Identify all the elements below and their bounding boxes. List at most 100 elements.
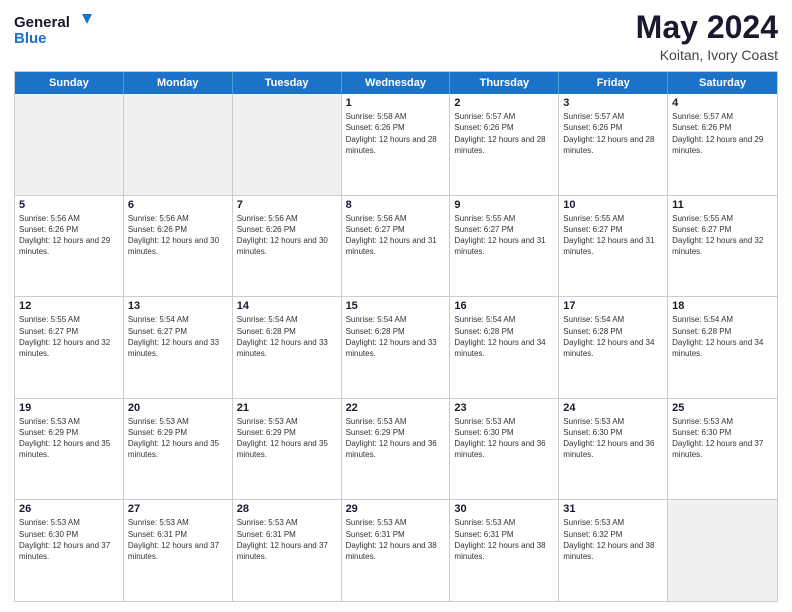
day-number: 31 (563, 503, 663, 515)
day-number: 22 (346, 402, 446, 414)
day-info: Sunrise: 5:56 AMSunset: 6:27 PMDaylight:… (346, 213, 446, 258)
day-number: 13 (128, 300, 228, 312)
day-number: 28 (237, 503, 337, 515)
calendar-header: SundayMondayTuesdayWednesdayThursdayFrid… (15, 72, 777, 94)
empty-cell (233, 94, 342, 195)
day-number: 3 (563, 97, 663, 109)
page-subtitle: Koitan, Ivory Coast (636, 47, 778, 63)
day-number: 10 (563, 199, 663, 211)
day-info: Sunrise: 5:53 AMSunset: 6:29 PMDaylight:… (19, 416, 119, 461)
day-number: 4 (672, 97, 773, 109)
day-cell-9: 9 Sunrise: 5:55 AMSunset: 6:27 PMDaylight… (450, 196, 559, 297)
calendar-row-4: 26 Sunrise: 5:53 AMSunset: 6:30 PMDayligh… (15, 500, 777, 601)
weekday-header-tuesday: Tuesday (233, 72, 342, 94)
day-cell-18: 18 Sunrise: 5:54 AMSunset: 6:28 PMDayligh… (668, 297, 777, 398)
day-number: 6 (128, 199, 228, 211)
calendar-body: 1Sunrise: 5:58 AMSunset: 6:26 PMDaylight… (15, 94, 777, 601)
day-info: Sunrise: 5:53 AMSunset: 6:29 PMDaylight:… (346, 416, 446, 461)
logo: General Blue (14, 10, 94, 50)
day-cell-5: 5Sunrise: 5:56 AMSunset: 6:26 PMDaylight… (15, 196, 124, 297)
day-info: Sunrise: 5:53 AMSunset: 6:30 PMDaylight:… (19, 517, 119, 562)
day-number: 26 (19, 503, 119, 515)
day-info: Sunrise: 5:56 AMSunset: 6:26 PMDaylight:… (237, 213, 337, 258)
day-info: Sunrise: 5:53 AMSunset: 6:32 PMDaylight:… (563, 517, 663, 562)
day-info: Sunrise: 5:55 AMSunset: 6:27 PMDaylight:… (672, 213, 773, 258)
day-info: Sunrise: 5:54 AMSunset: 6:28 PMDaylight:… (454, 314, 554, 359)
day-cell-6: 6 Sunrise: 5:56 AMSunset: 6:26 PMDaylight… (124, 196, 233, 297)
day-number: 15 (346, 300, 446, 312)
day-number: 5 (19, 199, 119, 211)
day-cell-27: 27 Sunrise: 5:53 AMSunset: 6:31 PMDayligh… (124, 500, 233, 601)
day-number: 11 (672, 199, 773, 211)
day-info: Sunrise: 5:56 AMSunset: 6:26 PMDaylight:… (128, 213, 228, 258)
day-number: 17 (563, 300, 663, 312)
day-info: Sunrise: 5:57 AMSunset: 6:26 PMDaylight:… (563, 111, 663, 156)
day-cell-28: 28 Sunrise: 5:53 AMSunset: 6:31 PMDayligh… (233, 500, 342, 601)
day-cell-10: 10 Sunrise: 5:55 AMSunset: 6:27 PMDayligh… (559, 196, 668, 297)
day-info: Sunrise: 5:55 AMSunset: 6:27 PMDaylight:… (454, 213, 554, 258)
day-cell-30: 30 Sunrise: 5:53 AMSunset: 6:31 PMDayligh… (450, 500, 559, 601)
empty-cell (124, 94, 233, 195)
svg-text:General: General (14, 14, 70, 31)
day-number: 2 (454, 97, 554, 109)
day-info: Sunrise: 5:53 AMSunset: 6:31 PMDaylight:… (237, 517, 337, 562)
day-number: 18 (672, 300, 773, 312)
weekday-header-wednesday: Wednesday (342, 72, 451, 94)
day-number: 20 (128, 402, 228, 414)
day-cell-16: 16 Sunrise: 5:54 AMSunset: 6:28 PMDayligh… (450, 297, 559, 398)
weekday-header-thursday: Thursday (450, 72, 559, 94)
day-cell-31: 31 Sunrise: 5:53 AMSunset: 6:32 PMDayligh… (559, 500, 668, 601)
day-number: 21 (237, 402, 337, 414)
day-info: Sunrise: 5:53 AMSunset: 6:31 PMDaylight:… (454, 517, 554, 562)
calendar-row-1: 5 Sunrise: 5:56 AMSunset: 6:26 PMDaylight… (15, 196, 777, 298)
day-info: Sunrise: 5:55 AMSunset: 6:27 PMDaylight:… (19, 314, 119, 359)
day-cell-3: 3 Sunrise: 5:57 AMSunset: 6:26 PMDaylight… (559, 94, 668, 195)
day-info: Sunrise: 5:53 AMSunset: 6:29 PMDaylight:… (128, 416, 228, 461)
day-cell-13: 13 Sunrise: 5:54 AMSunset: 6:27 PMDayligh… (124, 297, 233, 398)
day-cell-22: 22 Sunrise: 5:53 AMSunset: 6:29 PMDayligh… (342, 399, 451, 500)
day-cell-8: 8 Sunrise: 5:56 AMSunset: 6:27 PMDaylight… (342, 196, 451, 297)
calendar-row-0: 1Sunrise: 5:58 AMSunset: 6:26 PMDaylight… (15, 94, 777, 196)
day-info: Sunrise: 5:54 AMSunset: 6:28 PMDaylight:… (237, 314, 337, 359)
day-number: 24 (563, 402, 663, 414)
day-number: 29 (346, 503, 446, 515)
day-number: 27 (128, 503, 228, 515)
day-info: Sunrise: 5:53 AMSunset: 6:30 PMDaylight:… (672, 416, 773, 461)
day-cell-4: 4 Sunrise: 5:57 AMSunset: 6:26 PMDaylight… (668, 94, 777, 195)
day-number: 30 (454, 503, 554, 515)
day-cell-19: 19 Sunrise: 5:53 AMSunset: 6:29 PMDayligh… (15, 399, 124, 500)
day-info: Sunrise: 5:54 AMSunset: 6:27 PMDaylight:… (128, 314, 228, 359)
day-cell-2: 2Sunrise: 5:57 AMSunset: 6:26 PMDaylight… (450, 94, 559, 195)
empty-cell (15, 94, 124, 195)
day-info: Sunrise: 5:58 AMSunset: 6:26 PMDaylight:… (346, 111, 446, 156)
day-number: 16 (454, 300, 554, 312)
day-number: 7 (237, 199, 337, 211)
day-number: 12 (19, 300, 119, 312)
svg-text:Blue: Blue (14, 30, 47, 47)
day-info: Sunrise: 5:55 AMSunset: 6:27 PMDaylight:… (563, 213, 663, 258)
day-cell-26: 26 Sunrise: 5:53 AMSunset: 6:30 PMDayligh… (15, 500, 124, 601)
title-block: May 2024 Koitan, Ivory Coast (636, 10, 778, 63)
weekday-header-friday: Friday (559, 72, 668, 94)
day-number: 19 (19, 402, 119, 414)
day-cell-14: 14 Sunrise: 5:54 AMSunset: 6:28 PMDayligh… (233, 297, 342, 398)
day-cell-20: 20 Sunrise: 5:53 AMSunset: 6:29 PMDayligh… (124, 399, 233, 500)
empty-cell (668, 500, 777, 601)
day-cell-25: 25 Sunrise: 5:53 AMSunset: 6:30 PMDayligh… (668, 399, 777, 500)
page-title: May 2024 (636, 10, 778, 45)
day-info: Sunrise: 5:53 AMSunset: 6:30 PMDaylight:… (563, 416, 663, 461)
day-info: Sunrise: 5:54 AMSunset: 6:28 PMDaylight:… (672, 314, 773, 359)
day-info: Sunrise: 5:53 AMSunset: 6:31 PMDaylight:… (128, 517, 228, 562)
calendar: SundayMondayTuesdayWednesdayThursdayFrid… (14, 71, 778, 602)
day-number: 25 (672, 402, 773, 414)
day-number: 14 (237, 300, 337, 312)
weekday-header-monday: Monday (124, 72, 233, 94)
day-cell-1: 1Sunrise: 5:58 AMSunset: 6:26 PMDaylight… (342, 94, 451, 195)
day-number: 9 (454, 199, 554, 211)
day-cell-24: 24 Sunrise: 5:53 AMSunset: 6:30 PMDayligh… (559, 399, 668, 500)
weekday-header-saturday: Saturday (668, 72, 777, 94)
day-info: Sunrise: 5:57 AMSunset: 6:26 PMDaylight:… (672, 111, 773, 156)
day-number: 8 (346, 199, 446, 211)
logo-svg: General Blue (14, 10, 94, 50)
day-cell-11: 11 Sunrise: 5:55 AMSunset: 6:27 PMDayligh… (668, 196, 777, 297)
